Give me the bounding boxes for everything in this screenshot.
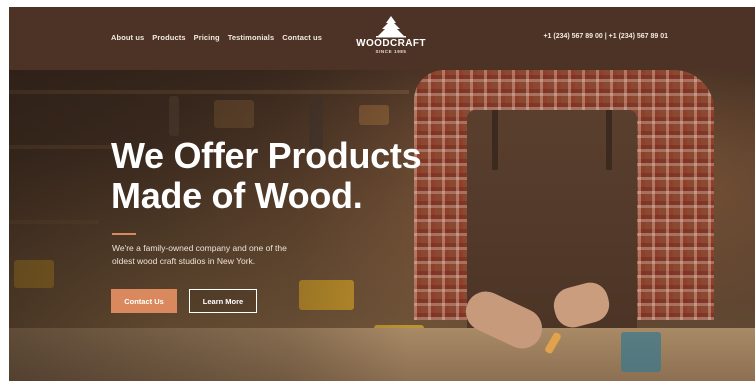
nav-products[interactable]: Products — [152, 33, 185, 42]
page: About us Products Pricing Testimonials C… — [9, 7, 755, 381]
logo-name: WOODCRAFT — [356, 38, 426, 49]
nav-pricing[interactable]: Pricing — [194, 33, 220, 42]
logo-since: SINCE 1985 — [375, 49, 407, 54]
site-header: About us Products Pricing Testimonials C… — [9, 7, 755, 70]
tool-shape — [621, 332, 661, 372]
hero-headline: We Offer Products Made of Wood. — [111, 136, 441, 216]
subtitle-line-1: We're a family-owned company and one of … — [112, 243, 287, 253]
woodcraft-logo[interactable]: WOODCRAFT SINCE 1985 — [355, 16, 427, 64]
contact-us-button[interactable]: Contact Us — [111, 289, 177, 313]
hero-section: We Offer Products Made of Wood. We're a … — [9, 70, 755, 381]
headline-line-2: Made of Wood. — [111, 175, 363, 216]
nav-testimonials[interactable]: Testimonials — [228, 33, 275, 42]
apron-strap — [492, 110, 498, 170]
headline-line-1: We Offer Products — [111, 135, 422, 176]
learn-more-button[interactable]: Learn More — [189, 289, 257, 313]
phone-numbers[interactable]: +1 (234) 567 89 00 | +1 (234) 567 89 01 — [543, 33, 668, 40]
nav-about-us[interactable]: About us — [111, 33, 144, 42]
hero-overlay — [9, 70, 409, 381]
nav-contact-us[interactable]: Contact us — [282, 33, 322, 42]
pine-tree-icon — [376, 16, 406, 38]
subtitle-line-2: oldest wood craft studios in New York. — [112, 256, 256, 266]
main-nav: About us Products Pricing Testimonials C… — [111, 33, 322, 42]
apron-strap — [606, 110, 612, 170]
accent-divider — [112, 233, 136, 235]
hero-subtitle: We're a family-owned company and one of … — [112, 242, 332, 268]
